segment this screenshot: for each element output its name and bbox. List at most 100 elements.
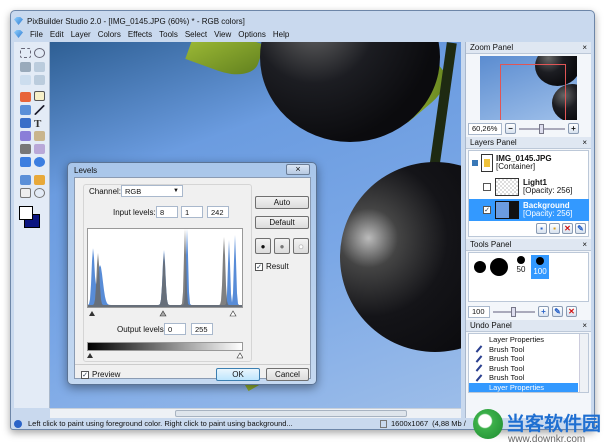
channel-select[interactable]: RGB ▼ [121, 185, 183, 197]
menu-select[interactable]: Select [185, 30, 207, 39]
edit-brush-icon[interactable]: ✎ [552, 306, 563, 317]
magnetic-lasso-icon[interactable] [34, 75, 45, 85]
zoom-preview[interactable] [480, 56, 577, 120]
horizontal-scrollbar[interactable] [50, 408, 461, 418]
undo-panel-header: Undo Panel × [466, 320, 591, 332]
undo-item[interactable]: Brush Tool [469, 345, 588, 355]
layer-visibility-checkbox[interactable]: ✓ [483, 206, 491, 214]
layer-properties-icon[interactable]: ✎ [575, 223, 586, 234]
move-icon[interactable] [20, 62, 31, 72]
menu-view[interactable]: View [214, 30, 231, 39]
default-button[interactable]: Default [255, 216, 309, 229]
crop-icon[interactable] [34, 131, 45, 141]
result-checkbox[interactable]: ✓ Result [255, 262, 289, 271]
input-gamma-field[interactable]: 1 [181, 206, 203, 218]
white-eyedropper-icon[interactable]: ● [293, 238, 309, 254]
zoom-viewport-rect[interactable] [500, 64, 566, 120]
hand-icon[interactable] [20, 188, 31, 198]
output-white-field[interactable]: 255 [191, 323, 213, 335]
rect-select-icon[interactable] [20, 48, 31, 58]
output-black-field[interactable]: 0 [164, 323, 186, 335]
menu-help[interactable]: Help [273, 30, 289, 39]
pencil-icon[interactable] [20, 92, 31, 102]
lasso-icon[interactable] [34, 48, 45, 58]
undo-list: Layer Properties Brush Tool Brush Tool B… [468, 333, 589, 393]
expand-toggle[interactable] [472, 160, 478, 166]
layer-thumbnail [495, 201, 519, 219]
zoom-out-button[interactable]: − [505, 123, 516, 134]
zoom-icon[interactable] [34, 188, 45, 198]
brush-size-field[interactable]: 100 [468, 305, 490, 318]
stamp-icon[interactable] [20, 144, 31, 154]
menu-layer[interactable]: Layer [71, 30, 91, 39]
undo-item[interactable]: Brush Tool [469, 373, 588, 383]
zoom-in-button[interactable]: + [568, 123, 579, 134]
layer-info: [Opacity: 256] [523, 186, 573, 195]
undo-item[interactable]: Brush Tool [469, 354, 588, 364]
new-container-icon[interactable]: ▪ [549, 223, 560, 234]
poly-lasso-icon[interactable] [20, 75, 31, 85]
output-slider[interactable] [87, 351, 243, 359]
foreground-color-swatch[interactable] [19, 206, 33, 220]
menu-edit[interactable]: Edit [50, 30, 64, 39]
preview-checkbox[interactable]: ✓ Preview [81, 370, 120, 379]
input-black-field[interactable]: 8 [156, 206, 178, 218]
menu-colors[interactable]: Colors [98, 30, 121, 39]
brush-preset[interactable] [490, 258, 508, 276]
tools-panel-header: Tools Panel × [466, 239, 591, 251]
zoom-panel-close[interactable]: × [582, 43, 587, 52]
menu-options[interactable]: Options [238, 30, 266, 39]
zoom-slider[interactable] [519, 123, 565, 134]
menu-tools[interactable]: Tools [159, 30, 178, 39]
add-brush-icon[interactable]: + [538, 306, 549, 317]
layer-item[interactable]: Light1 [Opacity: 256] [469, 176, 589, 198]
preview-check[interactable]: ✓ [81, 370, 89, 379]
input-white-field[interactable]: 242 [207, 206, 229, 218]
brush-preset[interactable]: 50 [513, 255, 529, 279]
magic-wand-icon[interactable] [34, 62, 45, 72]
cancel-button[interactable]: Cancel [266, 368, 309, 381]
undo-item-selected[interactable]: Layer Properties [469, 382, 578, 392]
layer-item-selected[interactable]: ✓ Background [Opacity: 256] [469, 199, 589, 221]
rect-shape-icon[interactable] [20, 157, 31, 167]
tools-panel-close[interactable]: × [582, 240, 587, 249]
preview-label: Preview [92, 370, 121, 379]
measure-icon[interactable] [34, 175, 45, 185]
fill-icon[interactable] [20, 118, 31, 128]
dialog-close-button[interactable]: × [286, 164, 310, 175]
gradient-icon[interactable] [20, 131, 31, 141]
channel-value: RGB [125, 186, 142, 196]
undo-panel-close[interactable]: × [582, 321, 587, 330]
brush-preset-selected[interactable]: 100 [531, 255, 549, 279]
healing-icon[interactable] [34, 144, 45, 154]
layer-visibility-checkbox[interactable] [483, 183, 491, 191]
undo-item[interactable]: Layer Properties [469, 335, 588, 345]
line-icon[interactable] [34, 105, 45, 115]
new-layer-icon[interactable]: ▪ [536, 223, 547, 234]
eraser-icon[interactable] [20, 105, 31, 115]
brush-icon[interactable] [34, 91, 45, 101]
delete-brush-icon[interactable]: ✕ [566, 306, 577, 317]
auto-button[interactable]: Auto [255, 196, 309, 209]
menu-file[interactable]: File [30, 30, 43, 39]
layer-item[interactable]: IMG_0145.JPG [Container] [469, 152, 589, 174]
brush-preset[interactable] [474, 261, 486, 273]
black-eyedropper-icon[interactable]: ● [255, 238, 271, 254]
eyedropper-icon[interactable] [20, 175, 31, 185]
delete-layer-icon[interactable]: ✕ [562, 223, 573, 234]
brush-size-slider[interactable] [493, 306, 535, 317]
menu-effects[interactable]: Effects [128, 30, 152, 39]
gray-eyedropper-icon[interactable]: ● [274, 238, 290, 254]
image-size-icon [380, 419, 387, 428]
app-menu-icon[interactable] [14, 30, 23, 38]
result-check[interactable]: ✓ [255, 262, 263, 271]
undo-item[interactable]: Brush Tool [469, 364, 588, 374]
zoom-value-field[interactable]: 60,26% [468, 122, 502, 135]
layers-panel-close[interactable]: × [582, 138, 587, 147]
input-slider[interactable] [87, 309, 243, 317]
undo-item-label: Brush Tool [489, 344, 525, 354]
undo-scrollbar[interactable] [579, 334, 588, 392]
ok-button[interactable]: OK [216, 368, 260, 381]
scroll-thumb[interactable] [175, 410, 407, 417]
ellipse-shape-icon[interactable] [34, 157, 45, 167]
